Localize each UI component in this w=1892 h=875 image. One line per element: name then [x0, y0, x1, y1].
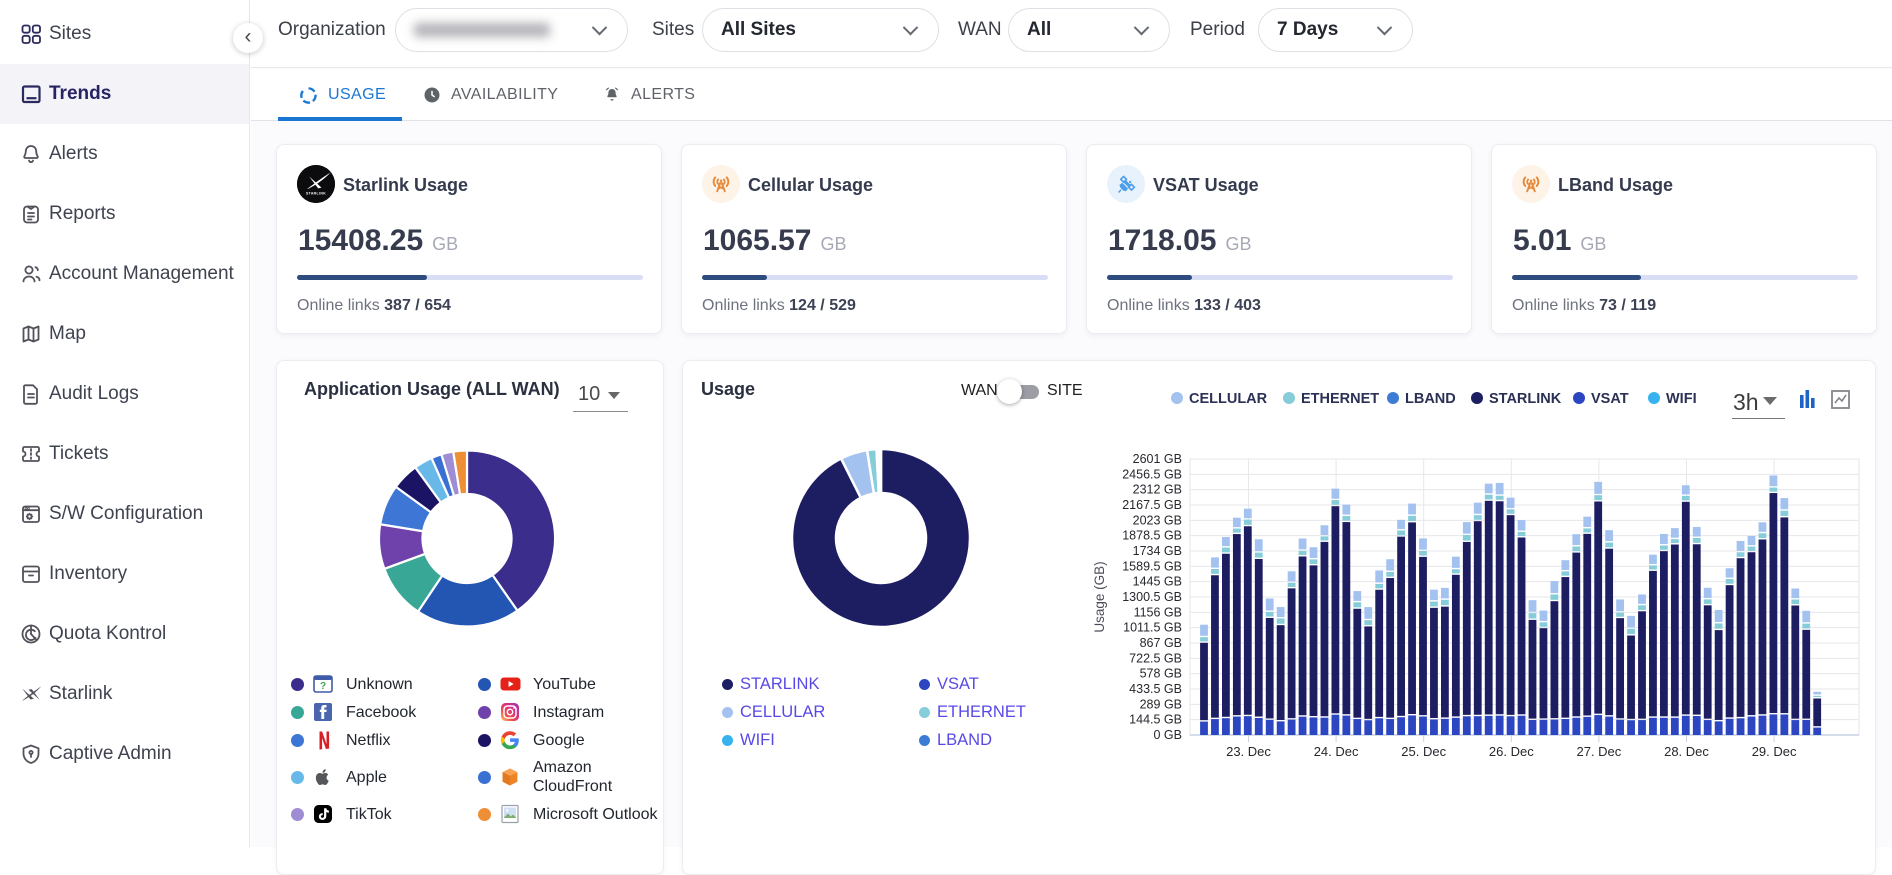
svg-text:722.5 GB: 722.5 GB — [1129, 651, 1182, 665]
svg-text:433.5 GB: 433.5 GB — [1129, 682, 1182, 696]
svg-text:?: ? — [320, 681, 326, 692]
svg-text:23. Dec: 23. Dec — [1226, 744, 1271, 759]
svg-text:28. Dec: 28. Dec — [1664, 744, 1709, 759]
svg-text:2601 GB: 2601 GB — [1133, 452, 1182, 466]
svg-text:2312 GB: 2312 GB — [1133, 483, 1182, 497]
svg-text:867 GB: 867 GB — [1140, 636, 1182, 650]
svg-text:1878.5 GB: 1878.5 GB — [1122, 529, 1182, 543]
svg-text:1445 GB: 1445 GB — [1133, 575, 1182, 589]
svg-text:2456.5 GB: 2456.5 GB — [1122, 467, 1182, 481]
svg-text:1300.5 GB: 1300.5 GB — [1122, 590, 1182, 604]
svg-text:25. Dec: 25. Dec — [1401, 744, 1446, 759]
svg-text:2167.5 GB: 2167.5 GB — [1122, 498, 1182, 512]
svg-text:1156 GB: 1156 GB — [1134, 605, 1182, 619]
svg-text:Usage (GB): Usage (GB) — [1092, 561, 1107, 632]
svg-text:STARLINK: STARLINK — [306, 192, 326, 196]
svg-text:29. Dec: 29. Dec — [1752, 744, 1797, 759]
svg-text:27. Dec: 27. Dec — [1576, 744, 1621, 759]
svg-text:1589.5 GB: 1589.5 GB — [1122, 559, 1182, 573]
svg-text:1011.5 GB: 1011.5 GB — [1123, 621, 1182, 635]
svg-text:578 GB: 578 GB — [1140, 667, 1182, 681]
svg-text:144.5 GB: 144.5 GB — [1129, 713, 1182, 727]
svg-text:0 GB: 0 GB — [1154, 728, 1183, 742]
svg-text:289 GB: 289 GB — [1140, 697, 1182, 711]
svg-text:26. Dec: 26. Dec — [1489, 744, 1534, 759]
svg-text:24. Dec: 24. Dec — [1314, 744, 1359, 759]
svg-text:1734 GB: 1734 GB — [1133, 544, 1182, 558]
svg-text:2023 GB: 2023 GB — [1133, 513, 1182, 527]
